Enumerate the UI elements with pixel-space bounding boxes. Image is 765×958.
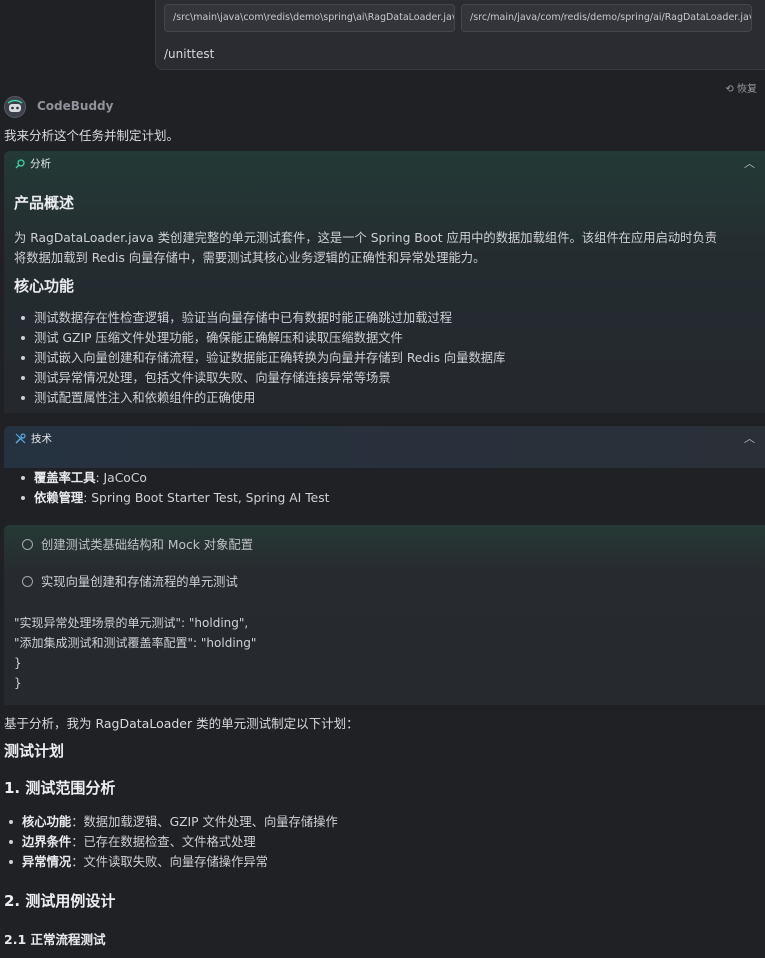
list-item: 测试数据存在性检查逻辑，验证当向量存储中已有数据时能正确跳过加载过程 [14, 308, 505, 328]
tech-tag: 技术 [15, 431, 52, 446]
analysis-panel-header[interactable]: 分析 ︿ [4, 151, 765, 175]
scope-list: 核心功能：数据加载逻辑、GZIP 文件处理、向量存储操作 边界条件：已存在数据检… [2, 812, 338, 872]
list-item: 边界条件：已存在数据检查、文件格式处理 [2, 832, 338, 852]
todo-item[interactable]: 实现向量创建和存储流程的单元测试 [22, 572, 238, 590]
author-name: CodeBuddy [37, 99, 114, 113]
feature-list: 测试数据存在性检查逻辑，验证当向量存储中已有数据时能正确跳过加载过程 测试 GZ… [14, 308, 505, 408]
list-item: 测试异常情况处理，包括文件读取失败、向量存储连接异常等场景 [14, 368, 505, 388]
collapse-chevron-icon[interactable]: ︿ [744, 430, 755, 446]
list-item: 核心功能：数据加载逻辑、GZIP 文件处理、向量存储操作 [2, 812, 338, 832]
list-item: 测试配置属性注入和依赖组件的正确使用 [14, 388, 505, 408]
avatar [4, 96, 26, 118]
todo-item[interactable]: 创建测试类基础结构和 Mock 对象配置 [22, 535, 253, 553]
list-item: 依赖管理: Spring Boot Starter Test, Spring A… [14, 488, 329, 508]
command-text[interactable]: /unittest [164, 47, 214, 61]
undo-icon: ⟲ [725, 84, 734, 95]
section-heading: 产品概述 [14, 194, 75, 212]
list-item: 覆盖率工具: JaCoCo [14, 468, 329, 488]
tools-icon [15, 433, 26, 444]
intro-text: 我来分析这个任务并制定计划。 [4, 128, 180, 143]
page-heading: 测试计划 [4, 742, 65, 760]
subsection-heading: 2.1 正常流程测试 [4, 932, 106, 947]
plan-panel: 创建测试类基础结构和 Mock 对象配置 实现向量创建和存储流程的单元测试 "实… [4, 525, 765, 705]
chat-input-card[interactable]: /src\main\java\com\redis\demo\spring\ai\… [155, 0, 765, 70]
tech-list: 覆盖率工具: JaCoCo 依赖管理: Spring Boot Starter … [14, 468, 329, 508]
tech-panel: 技术 ︿ [4, 426, 765, 468]
analysis-tag: 分析 [15, 156, 51, 171]
collapse-chevron-icon[interactable]: ︿ [744, 155, 755, 171]
list-item: 测试 GZIP 压缩文件处理功能，确保能正确解压和读取压缩数据文件 [14, 328, 505, 348]
plan-lead: 基于分析，我为 RagDataLoader 类的单元测试制定以下计划： [4, 716, 359, 731]
restore-button[interactable]: ⟲ 恢复 [725, 80, 757, 95]
section-heading: 2. 测试用例设计 [4, 892, 116, 910]
radio-circle-icon [22, 539, 33, 550]
section-heading: 核心功能 [14, 277, 75, 295]
search-icon [15, 158, 25, 168]
list-item: 测试嵌入向量创建和存储流程，验证数据能正确转换为向量并存储到 Redis 向量数… [14, 348, 505, 368]
list-item: 异常情况：文件读取失败、向量存储操作异常 [2, 852, 338, 872]
overview-paragraph: 为 RagDataLoader.java 类创建完整的单元测试套件，这是一个 S… [14, 231, 718, 265]
codebuddy-logo-icon [5, 97, 25, 117]
json-block: "实现异常处理场景的单元测试": "holding", "添加集成测试和测试覆盖… [14, 616, 257, 690]
tech-panel-header[interactable]: 技术 ︿ [4, 426, 765, 450]
file-chip[interactable]: /src\main\java\com\redis\demo\spring\ai\… [164, 4, 455, 32]
file-chip[interactable]: /src/main/java/com/redis/demo/spring/ai/… [461, 4, 752, 32]
analysis-panel: 分析 ︿ 产品概述 为 RagDataLoader.java 类创建完整的单元测… [4, 151, 765, 413]
section-heading: 1. 测试范围分析 [4, 779, 116, 797]
radio-circle-icon [22, 576, 33, 587]
